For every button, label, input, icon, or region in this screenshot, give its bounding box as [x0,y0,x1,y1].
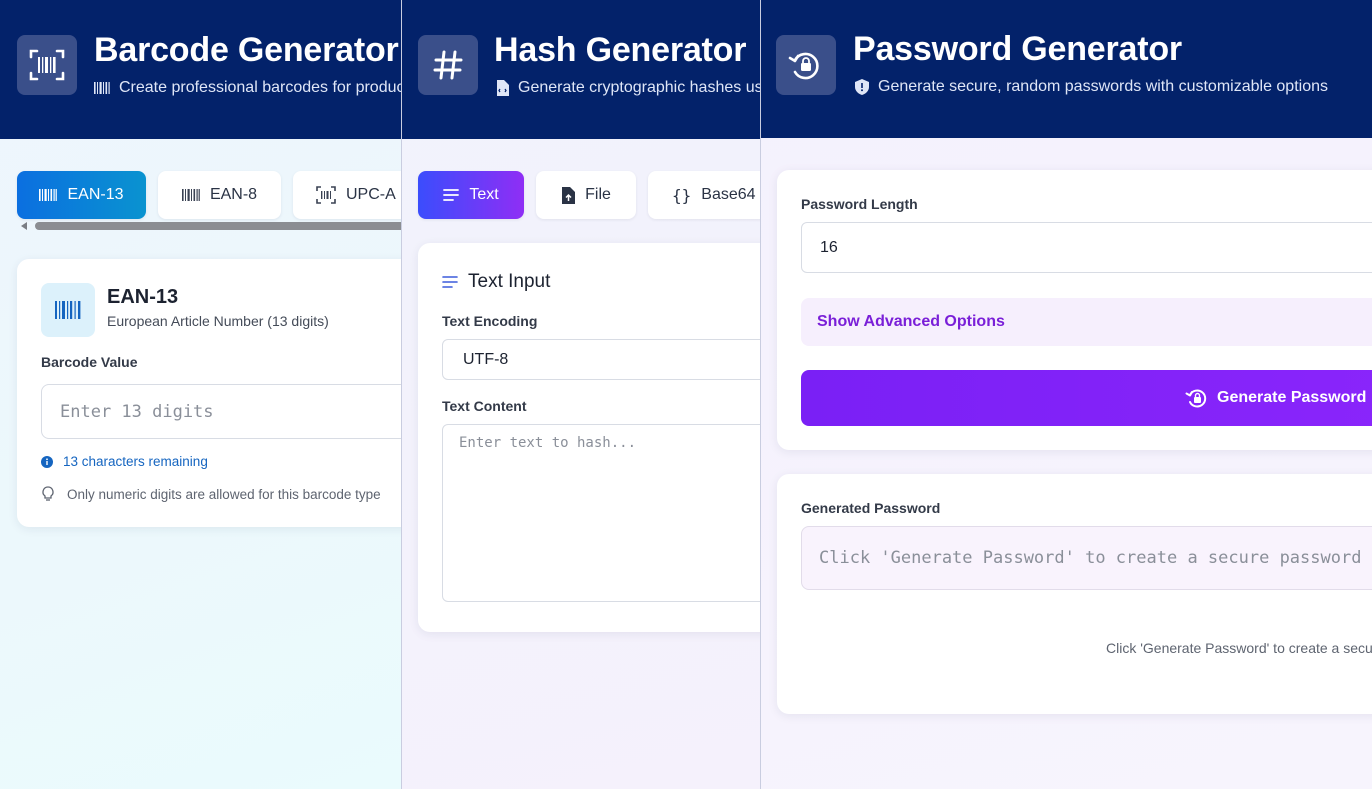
text-content-textarea[interactable]: Enter text to hash... [442,424,761,602]
tab-text[interactable]: Text [418,171,524,219]
password-options-card: Password Length 16 Show Advanced Options… [777,170,1372,450]
password-header: Password Generator Generate secure, rand… [761,0,1372,138]
braces-icon: {} [672,185,692,205]
tab-ean-8[interactable]: EAN-8 [158,171,281,219]
show-advanced-options-label: Show Advanced Options [817,313,1005,330]
file-code-icon [497,80,509,96]
page-subtitle: Create professional barcodes for produc [94,79,402,97]
password-length-label: Password Length [801,196,918,212]
generated-password-output[interactable]: Click 'Generate Password' to create a se… [801,526,1372,590]
tab-label: Text [469,186,499,203]
page-subtitle-text: Create professional barcodes for produc [119,79,402,96]
show-advanced-options-button[interactable]: Show Advanced Options [801,298,1372,346]
barcode-value-placeholder: Enter 13 digits [60,401,214,422]
tab-label: UPC-A [346,186,396,203]
scrollbar-thumb[interactable] [35,222,402,230]
page-subtitle-text: Generate secure, random passwords with c… [878,78,1328,95]
barcode-value-input[interactable]: Enter 13 digits [41,384,402,439]
barcode-header: Barcode Generator Create professional ba… [0,0,402,139]
characters-remaining: 13 characters remaining [41,454,208,469]
empty-state-note: Click 'Generate Password' to create a se… [1106,640,1372,656]
page-title: Hash Generator [494,31,747,69]
text-content-label: Text Content [442,398,527,414]
text-encoding-select[interactable]: UTF-8 [442,339,761,380]
barcode-type-description: European Article Number (13 digits) [107,313,329,329]
barcode-scan-icon [316,186,336,204]
lines-icon [443,189,460,201]
page-subtitle-text: Generate cryptographic hashes usi [518,79,761,96]
tab-ean-13[interactable]: EAN-13 [17,171,146,219]
tab-label: Base64 [701,186,756,203]
barcode-scan-logo-icon [17,35,77,95]
tab-label: EAN-13 [67,186,124,203]
lightbulb-icon [42,486,54,501]
shield-icon [855,79,869,95]
tabs-scrollbar[interactable] [17,221,402,231]
text-input-heading: Text Input [442,271,550,293]
characters-remaining-text: 13 characters remaining [63,454,208,469]
text-input-title: Text Input [468,271,551,292]
barcode-type-title: EAN-13 [107,286,179,308]
tab-label: File [585,186,611,203]
barcode-form-card: EAN-13 European Article Number (13 digit… [17,259,402,527]
hash-header: Hash Generator Generate cryptographic ha… [402,0,761,139]
numeric-hint: Only numeric digits are allowed for this… [41,486,381,502]
tab-label: EAN-8 [209,186,258,203]
generate-password-label: Generate Password [1217,389,1367,406]
password-length-value: 16 [820,238,838,256]
text-encoding-label: Text Encoding [442,313,538,329]
barcode-value-label: Barcode Value [41,354,138,370]
password-length-input[interactable]: 16 [801,222,1372,273]
tab-file[interactable]: File [536,171,636,219]
tab-upc-a[interactable]: UPC-A [293,171,402,219]
barcode-type-icon [41,283,95,337]
generated-password-card: Generated Password Click 'Generate Passw… [777,474,1372,714]
text-content-placeholder: Enter text to hash... [459,435,637,451]
lock-reset-logo-icon [776,35,836,95]
page-title: Barcode Generator [94,31,399,69]
info-icon [41,455,53,468]
text-encoding-value: UTF-8 [463,350,509,368]
file-upload-icon [562,186,576,204]
barcode-icon [181,189,200,201]
hash-generator-panel: Hash Generator Generate cryptographic ha… [401,0,761,789]
page-subtitle: Generate cryptographic hashes usi [496,79,761,97]
barcode-icon [94,82,110,94]
tab-base64[interactable]: {} Base64 [648,171,761,219]
generated-password-label: Generated Password [801,500,941,516]
scroll-left-arrow-icon[interactable] [19,221,29,231]
generated-password-placeholder: Click 'Generate Password' to create a se… [819,548,1362,568]
barcode-generator-panel: Barcode Generator Create professional ba… [0,0,402,789]
password-generator-panel: Password Generator Generate secure, rand… [760,0,1372,789]
page-title: Password Generator [853,30,1182,68]
barcode-icon [39,189,58,201]
hash-logo-icon [418,35,478,95]
generate-password-button[interactable]: Generate Password [801,370,1372,426]
numeric-hint-text: Only numeric digits are allowed for this… [67,486,381,502]
text-input-card: Text Input Text Encoding UTF-8 Text Cont… [418,243,761,632]
lines-icon [442,276,458,288]
page-subtitle: Generate secure, random passwords with c… [855,78,1328,96]
lock-reset-icon [1185,389,1207,408]
